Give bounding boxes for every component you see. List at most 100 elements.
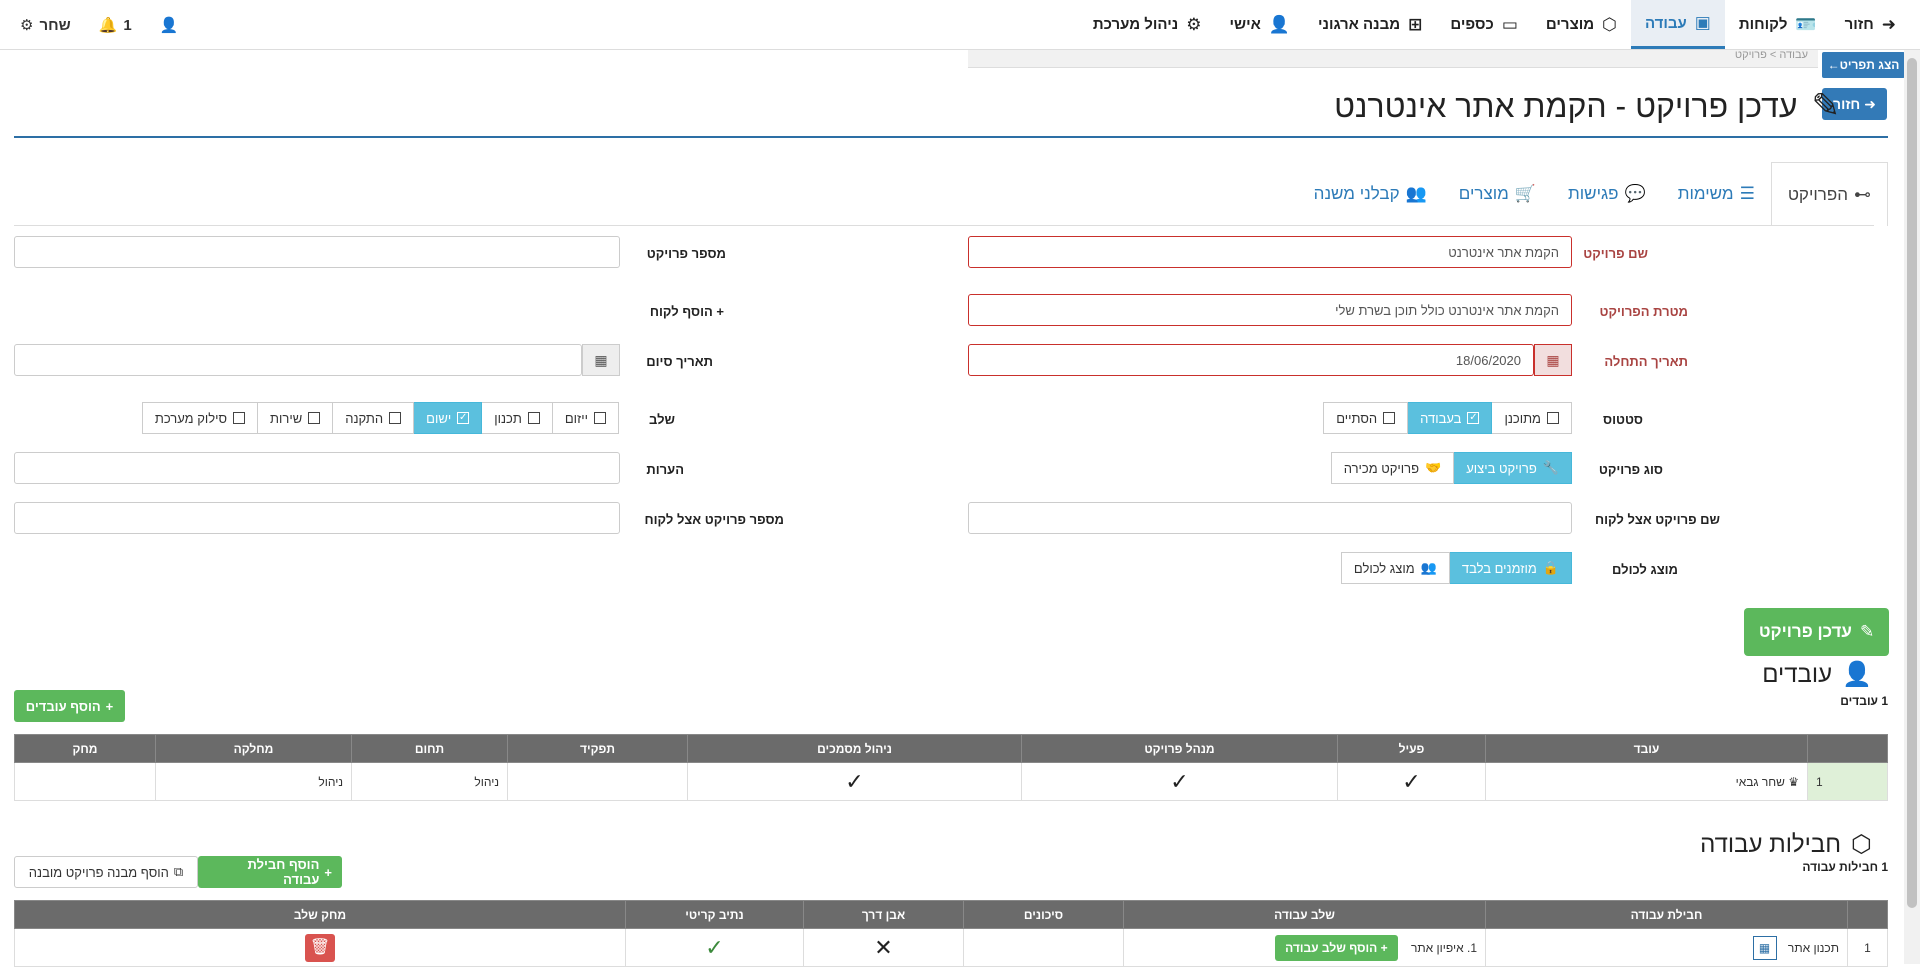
update-project-label: עדכן פרויקט	[1758, 622, 1852, 641]
add-stage-button[interactable]: + הוסף שלב עבודה	[1275, 934, 1398, 961]
sitemap-icon: ⊞	[1408, 14, 1423, 34]
client-project-name-input[interactable]	[968, 502, 1572, 534]
calendar-icon[interactable]: ▦	[582, 344, 620, 376]
visibility-invited[interactable]: 🔒 מוזמנים בלבד	[1448, 552, 1572, 584]
project-type-group: 🔧 פרויקט ביצוע 🤝 פרויקט מכירה	[1330, 452, 1572, 484]
add-structure-button[interactable]: ⧉ הוסף מבנה פרויקט מובנה	[14, 856, 198, 888]
active-check[interactable]: ✓	[1337, 762, 1486, 801]
add-client-link[interactable]: + הוסף לקוח	[650, 304, 724, 319]
stage-decommission-label: סילוק מערכת	[154, 410, 228, 426]
worker-name-cell[interactable]: ♛ שחר גבאי	[1485, 762, 1808, 801]
col-package: חבילת עבודה	[1485, 900, 1848, 929]
nav-admin-label: ניהול מערכת	[1092, 16, 1179, 33]
nav-org-label: מבנה ארגוני	[1318, 16, 1401, 33]
start-date-label: תאריך התחלה	[1604, 354, 1688, 369]
scrollbar-thumb[interactable]	[1907, 58, 1917, 908]
project-type-label: סוג פרויקט	[1598, 462, 1663, 477]
tab-project-label: הפרויקט	[1787, 184, 1848, 204]
project-name-label: שם פרויקט	[1583, 246, 1648, 261]
status-planned-label: מתוכנן	[1504, 410, 1541, 426]
nav-personal-label: אישי	[1229, 16, 1261, 33]
tab-subcontractors[interactable]: 👥 קבלני משנה	[1298, 162, 1443, 226]
milestone-mark[interactable]: ✕	[803, 928, 964, 967]
col-field: תחום	[351, 734, 508, 763]
stage-implementation[interactable]: ✓ ישום	[413, 402, 483, 434]
docs-check[interactable]: ✓	[687, 762, 1022, 801]
cogs-icon: ⚙	[1186, 14, 1202, 34]
tab-subcontractors-label: קבלני משנה	[1313, 184, 1400, 203]
nav-finance-label: כספים	[1450, 16, 1494, 33]
manager-check[interactable]: ✓	[1021, 762, 1338, 801]
visibility-invited-label: מוזמנים בלבד	[1461, 560, 1537, 576]
stage-planning-label: תכנון	[494, 410, 522, 426]
arrow-right-icon: ➜	[1881, 14, 1896, 34]
stage-initiation[interactable]: ייזום	[551, 402, 619, 434]
nav-admin[interactable]: ⚙ ניהול מערכת	[1079, 0, 1216, 49]
show-menu-button[interactable]: הצג תפריט←	[1822, 52, 1905, 78]
wrench-icon: 🔧	[1542, 460, 1559, 475]
col-critical: נתיב קריטי	[625, 900, 804, 929]
gear-icon: ⚙	[20, 17, 34, 34]
status-done-label: הסתיים	[1336, 410, 1378, 426]
workers-table: עובד פעיל מנהל פרויקט ניהול מסמכים תפקיד…	[14, 734, 1888, 801]
checkbox-icon	[1547, 412, 1559, 424]
nav-products-label: מוצרים	[1545, 16, 1595, 33]
workers-title: 👤 עובדים	[1762, 660, 1872, 689]
status-planned[interactable]: מתוכנן	[1491, 402, 1572, 434]
critical-check[interactable]: ✓	[625, 928, 804, 967]
add-package-label: הוסף חבילת עבודה	[247, 857, 320, 887]
tab-products[interactable]: 🛒 מוצרים	[1443, 162, 1552, 226]
stage-planning[interactable]: תכנון	[481, 402, 553, 434]
nav-org[interactable]: ⊞ מבנה ארגוני	[1304, 0, 1436, 49]
update-project-button[interactable]: ✎ עדכן פרויקט	[1744, 608, 1889, 656]
tasks-icon: ☰	[1739, 184, 1755, 203]
status-done[interactable]: הסתיים	[1323, 402, 1409, 434]
type-sale[interactable]: 🤝 פרויקט מכירה	[1330, 452, 1455, 484]
col-worker: עובד	[1485, 734, 1808, 763]
stage-value: 1. איפיון אתר	[1410, 940, 1477, 955]
notes-input[interactable]	[14, 452, 620, 484]
calendar-icon[interactable]: ▦	[1534, 344, 1572, 376]
add-workers-button[interactable]: + הוסף עובדים	[14, 690, 125, 722]
stage-decommission[interactable]: סילוק מערכת	[141, 402, 259, 434]
back-arrow-icon: ➜	[1864, 95, 1876, 112]
page-scrollbar[interactable]	[1904, 50, 1920, 964]
project-number-input[interactable]	[14, 236, 620, 268]
table-row: 1 תכנון אתר ▦ 1. איפיון אתר + הוסף שלב ע…	[14, 928, 1888, 967]
nav-personal[interactable]: 👤 אישי	[1215, 0, 1304, 49]
col-num	[1807, 734, 1888, 763]
notifications[interactable]: 🔔 1	[99, 16, 132, 35]
packages-table: חבילת עבודה שלב עבודה סיכונים אבן דרך נת…	[14, 900, 1888, 967]
nav-finance[interactable]: ▭ כספים	[1436, 0, 1532, 49]
user-menu[interactable]: ⚙ שחר	[20, 16, 71, 35]
client-project-number-input[interactable]	[14, 502, 620, 534]
stage-installation-label: התקנה	[345, 410, 384, 426]
nav-back[interactable]: ➜ חזור	[1831, 0, 1910, 49]
notes-label: הערות	[646, 462, 684, 477]
tab-project[interactable]: ⊶ הפרויקט	[1770, 162, 1888, 226]
start-date-input[interactable]: 18/06/2020	[968, 344, 1534, 376]
type-execution[interactable]: 🔧 פרויקט ביצוע	[1453, 452, 1572, 484]
project-name-input[interactable]: הקמת אתר אינטרנט	[968, 236, 1572, 268]
status-label: סטטוס	[1603, 412, 1643, 427]
end-date-input[interactable]	[14, 344, 582, 376]
status-in-progress[interactable]: ✓ בעבודה	[1407, 402, 1493, 434]
tab-tasks[interactable]: ☰ משימות	[1662, 162, 1771, 226]
nav-work[interactable]: ▣ עבודה	[1630, 0, 1725, 49]
stage-installation[interactable]: התקנה	[332, 402, 415, 434]
add-package-button[interactable]: + הוסף חבילת עבודה	[198, 856, 342, 888]
trash-icon[interactable]: 🗑	[305, 933, 335, 962]
stage-service[interactable]: שירות	[257, 402, 334, 434]
nav-clients[interactable]: 🪪 לקוחות	[1725, 0, 1831, 49]
nav-products[interactable]: ⬡ מוצרים	[1532, 0, 1631, 49]
table-row: 1 ♛ שחר גבאי ✓ ✓ ✓ ניהול ניהול	[14, 762, 1888, 801]
project-goal-input[interactable]: הקמת אתר אינטרנט כולל תוכן בשרת שלי	[968, 294, 1572, 326]
status-group: מתוכנן ✓ בעבודה הסתיים	[1323, 402, 1572, 434]
col-delete: מחק	[14, 734, 156, 763]
delete-stage-cell: 🗑	[14, 928, 626, 967]
calendar-icon[interactable]: ▦	[1752, 935, 1777, 960]
visibility-all[interactable]: 👥 מוצג לכולם	[1340, 552, 1450, 584]
tab-meetings[interactable]: 💬 פגישות	[1552, 162, 1662, 226]
package-name-cell[interactable]: תכנון אתר ▦	[1485, 928, 1848, 967]
user-clock-icon[interactable]: 👤	[160, 16, 179, 34]
